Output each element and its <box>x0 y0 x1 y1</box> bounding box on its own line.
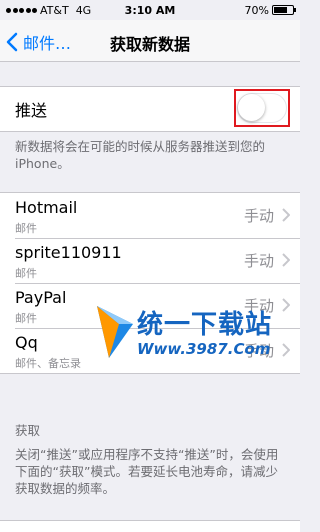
navigation-bar: 邮件… 获取新数据 <box>0 20 300 62</box>
fetch-section-header: 获取 <box>15 423 41 438</box>
account-name: Qq <box>15 333 38 352</box>
account-fetch-mode: 手动 <box>243 207 274 225</box>
chevron-right-icon <box>282 298 290 312</box>
account-name: sprite110911 <box>15 243 122 262</box>
account-name: PayPal <box>15 288 67 307</box>
chevron-right-icon <box>282 253 290 267</box>
accounts-group: Hotmail 邮件 手动 sprite110911 邮件 手动 PayPal … <box>0 192 300 374</box>
toggle-highlight-box <box>234 89 290 127</box>
fetch-interval-row[interactable] <box>0 520 300 532</box>
push-footnote: 新数据将会在可能的时候从服务器推送到您的iPhone。 <box>15 139 266 171</box>
status-left: AT&T 4G <box>6 4 91 17</box>
account-subtitle: 邮件、备忘录 <box>15 357 81 370</box>
network-label: 4G <box>75 3 92 17</box>
account-row-paypal[interactable]: PayPal 邮件 手动 <box>0 283 300 328</box>
page-title: 获取新数据 <box>109 35 190 54</box>
account-row-qq[interactable]: Qq 邮件、备忘录 手动 <box>0 328 300 373</box>
status-bar: AT&T 4G 3:10 AM 70% <box>0 0 300 20</box>
carrier-label: AT&T <box>40 3 69 17</box>
account-subtitle: 邮件 <box>15 222 37 235</box>
battery-fill <box>274 7 287 13</box>
push-toggle[interactable] <box>237 93 287 123</box>
account-name: Hotmail <box>15 198 78 217</box>
signal-strength-icon <box>6 7 37 13</box>
account-fetch-mode: 手动 <box>243 252 274 270</box>
push-group: 推送 <box>0 86 300 132</box>
account-row-sprite110911[interactable]: sprite110911 邮件 手动 <box>0 238 300 283</box>
push-row: 推送 <box>0 87 300 131</box>
status-right: 70% <box>244 3 296 17</box>
account-subtitle: 邮件 <box>15 312 37 325</box>
account-subtitle: 邮件 <box>15 267 37 280</box>
battery-percent: 70% <box>244 3 269 17</box>
account-fetch-mode: 手动 <box>243 297 274 315</box>
chevron-right-icon <box>282 343 290 357</box>
battery-icon <box>272 5 296 15</box>
account-row-hotmail[interactable]: Hotmail 邮件 手动 <box>0 193 300 238</box>
chevron-right-icon <box>282 208 290 222</box>
account-fetch-mode: 手动 <box>243 342 274 360</box>
push-label: 推送 <box>15 101 48 120</box>
fetch-footnote: 关闭“推送”或应用程序不支持“推送”时，会使用下面的“获取”模式。若要延长电池寿… <box>15 447 279 496</box>
toggle-knob <box>238 94 265 121</box>
